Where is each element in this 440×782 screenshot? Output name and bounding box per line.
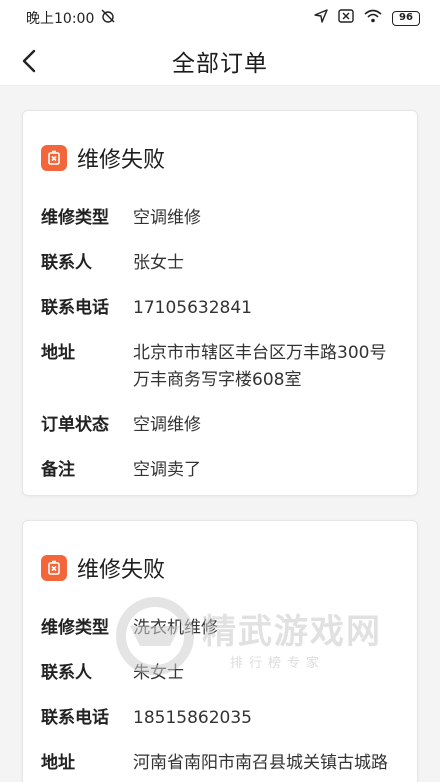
field-phone: 联系电话 18515862035 [41, 705, 399, 732]
failed-status-icon [41, 145, 67, 171]
order-status-title: 维修失败 [77, 558, 166, 583]
field-label: 地址 [41, 343, 75, 363]
field-value: 北京市市辖区丰台区万丰路300号万丰商务写字楼608室 [133, 343, 387, 390]
status-left: 晚上10:00 [26, 8, 116, 28]
field-label: 联系人 [41, 663, 92, 683]
status-right: 96 [314, 9, 420, 27]
field-value: 空调维修 [133, 415, 201, 435]
field-label: 联系电话 [41, 708, 109, 728]
back-button[interactable] [12, 44, 46, 78]
field-value: 河南省南阳市南召县城关镇古城路 [133, 753, 388, 773]
field-value: 空调维修 [133, 208, 201, 228]
field-value: 洗衣机维修 [133, 618, 218, 638]
field-contact: 联系人 张女士 [41, 250, 399, 277]
field-repair-type: 维修类型 空调维修 [41, 205, 399, 232]
status-time: 晚上10:00 [26, 11, 95, 27]
field-value: 张女士 [133, 253, 184, 273]
nav-bar: 全部订单 [0, 36, 440, 86]
field-label: 订单状态 [41, 415, 109, 435]
failed-status-icon [41, 555, 67, 581]
sim-icon [338, 9, 354, 27]
order-card[interactable]: 维修失败 维修类型 洗衣机维修 联系人 朱女士 联系电话 18515862035… [22, 520, 418, 782]
order-header: 维修失败 [41, 111, 399, 205]
field-value: 18515862035 [133, 708, 252, 728]
field-address: 地址 河南省南阳市南召县城关镇古城路 [41, 750, 399, 777]
page-title: 全部订单 [172, 50, 268, 77]
field-remark: 备注 空调卖了 [41, 457, 399, 484]
order-status-title: 维修失败 [77, 148, 166, 173]
field-value: 17105632841 [133, 298, 252, 318]
chevron-left-icon [22, 49, 36, 73]
field-phone: 联系电话 17105632841 [41, 295, 399, 322]
wifi-icon [364, 9, 382, 27]
field-label: 联系电话 [41, 298, 109, 318]
field-label: 联系人 [41, 253, 92, 273]
field-contact: 联系人 朱女士 [41, 660, 399, 687]
field-address: 地址 北京市市辖区丰台区万丰路300号万丰商务写字楼608室 [41, 340, 399, 394]
field-value: 空调卖了 [133, 460, 201, 480]
field-label: 维修类型 [41, 208, 109, 228]
field-label: 地址 [41, 753, 75, 773]
field-order-status: 订单状态 空调维修 [41, 412, 399, 439]
location-icon [314, 9, 328, 27]
alarm-off-icon [100, 8, 116, 28]
field-value: 朱女士 [133, 663, 184, 683]
order-header: 维修失败 [41, 521, 399, 615]
battery-icon: 96 [392, 10, 420, 26]
field-repair-type: 维修类型 洗衣机维修 [41, 615, 399, 642]
status-bar: 晚上10:00 96 [0, 0, 440, 36]
field-label: 备注 [41, 460, 75, 480]
field-label: 维修类型 [41, 618, 109, 638]
order-card[interactable]: 维修失败 维修类型 空调维修 联系人 张女士 联系电话 17105632841 … [22, 110, 418, 496]
